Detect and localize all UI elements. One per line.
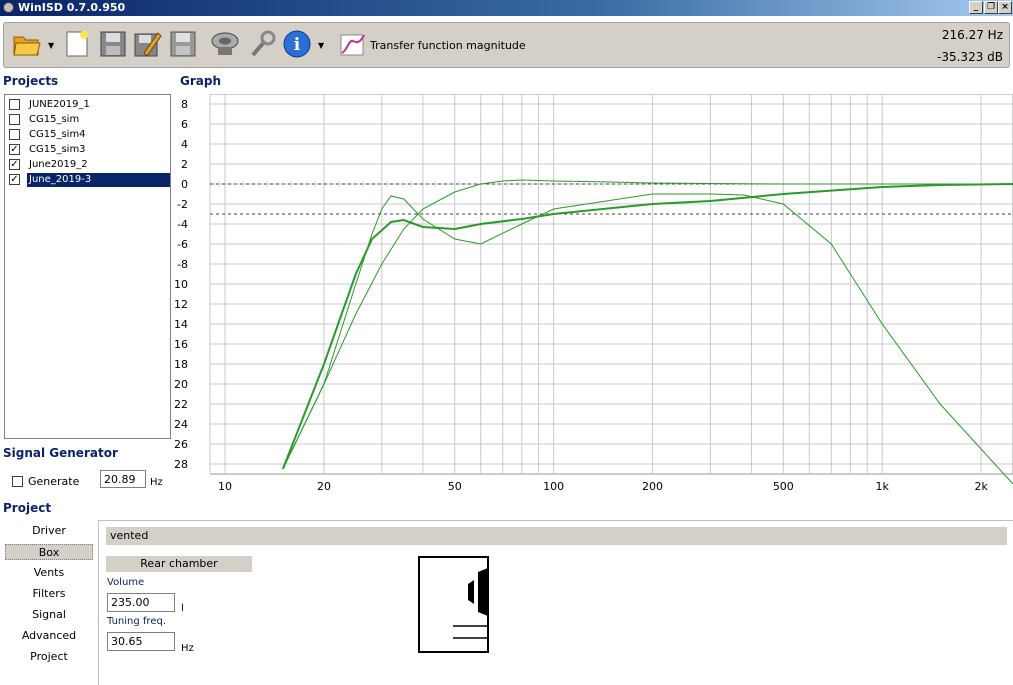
project-label: JUNE2019_1	[29, 99, 90, 110]
y-tick-label: -26	[174, 438, 188, 451]
x-tick-label: 50	[448, 480, 462, 493]
project-item[interactable]: ✓ June2019_2	[7, 158, 170, 172]
tuning-freq-label: Tuning freq.	[107, 616, 166, 627]
title-bar: WinISD 0.7.0.950 _ ❐ ×	[0, 0, 1013, 16]
project-nav-advanced[interactable]: Advanced	[5, 628, 93, 644]
generate-checkbox[interactable]	[12, 476, 23, 487]
project-label: CG15_sim4	[29, 129, 86, 140]
project-label: June_2019-3	[27, 173, 170, 187]
generator-frequency-unit: Hz	[150, 477, 163, 488]
x-tick-label: 2k	[974, 480, 988, 493]
close-button[interactable]: ×	[998, 1, 1012, 14]
x-tick-label: 500	[773, 480, 794, 493]
new-file-icon[interactable]	[62, 29, 92, 59]
open-folder-icon[interactable]	[12, 29, 42, 59]
project-item[interactable]: JUNE2019_1	[7, 98, 170, 112]
graph-plot[interactable]: 86420-2-4-6-8-10-12-14-16-18-20-22-24-26…	[174, 94, 1013, 499]
graph-type-label[interactable]: Transfer function magnitude	[370, 39, 526, 52]
x-tick-label: 200	[642, 480, 663, 493]
x-tick-label: 20	[317, 480, 331, 493]
project-checkbox[interactable]: ✓	[9, 159, 20, 170]
tuning-freq-unit: Hz	[181, 643, 194, 654]
open-dropdown-icon[interactable]: ▼	[48, 41, 54, 50]
window-title: WinISD 0.7.0.950	[18, 1, 126, 14]
info-icon[interactable]: i	[282, 29, 312, 59]
y-tick-label: -4	[177, 218, 188, 231]
minimize-button[interactable]: _	[969, 1, 983, 14]
app-icon	[3, 2, 14, 13]
y-tick-label: -14	[174, 318, 188, 331]
graph-heading: Graph	[180, 74, 221, 88]
rear-chamber-header: Rear chamber	[106, 556, 252, 572]
y-tick-label: -20	[174, 378, 188, 391]
project-item[interactable]: ✓ June_2019-3	[7, 173, 170, 187]
project-label: June2019_2	[29, 159, 88, 170]
x-tick-label: 10	[218, 480, 232, 493]
project-nav-driver[interactable]: Driver	[5, 523, 93, 539]
y-tick-label: -8	[177, 258, 188, 271]
y-tick-label: 6	[181, 118, 188, 131]
project-nav-project[interactable]: Project	[5, 649, 93, 665]
graph-type-icon[interactable]	[338, 29, 368, 59]
box-type-select[interactable]: vented	[106, 527, 1007, 545]
svg-text:i: i	[294, 35, 301, 55]
y-tick-label: 2	[181, 158, 188, 171]
project-checkbox[interactable]	[9, 129, 20, 140]
project-nav-filters[interactable]: Filters	[5, 586, 93, 602]
signal-generator-heading: Signal Generator	[3, 446, 118, 460]
project-label: CG15_sim	[29, 114, 80, 125]
driver-icon[interactable]	[210, 29, 240, 59]
project-checkbox[interactable]	[9, 114, 20, 125]
y-tick-label: -22	[174, 398, 188, 411]
y-tick-label: -18	[174, 358, 188, 371]
tuning-freq-input[interactable]	[107, 632, 175, 651]
y-tick-label: -6	[177, 238, 188, 251]
project-checkbox[interactable]: ✓	[9, 144, 20, 155]
volume-unit: l	[181, 603, 184, 614]
project-nav-box[interactable]: Box	[5, 544, 93, 560]
restore-button[interactable]: ❐	[984, 1, 998, 14]
tools-icon[interactable]	[247, 29, 277, 59]
x-tick-label: 1k	[876, 480, 890, 493]
project-heading: Project	[3, 501, 52, 515]
y-tick-label: 0	[181, 178, 188, 191]
info-dropdown-icon[interactable]: ▼	[318, 41, 324, 50]
y-tick-label: 4	[181, 138, 188, 151]
save-all-icon[interactable]	[168, 29, 198, 59]
generate-label: Generate	[28, 475, 80, 488]
generator-frequency-input[interactable]	[100, 470, 146, 488]
y-tick-label: -10	[174, 278, 188, 291]
project-checkbox[interactable]: ✓	[9, 174, 20, 185]
volume-input[interactable]	[107, 593, 175, 612]
project-item[interactable]: CG15_sim4	[7, 128, 170, 142]
toolbar: ▼ i ▼ Transfer function magnitude 216.27…	[3, 22, 1010, 68]
project-checkbox[interactable]	[9, 99, 20, 110]
y-tick-label: -24	[174, 418, 188, 431]
save-as-icon[interactable]	[132, 29, 162, 59]
project-item[interactable]: ✓ CG15_sim3	[7, 143, 170, 157]
project-label: CG15_sim3	[29, 144, 86, 155]
cursor-frequency-readout: 216.27 Hz	[941, 28, 1003, 42]
y-tick-label: -16	[174, 338, 188, 351]
project-nav-vents[interactable]: Vents	[5, 565, 93, 581]
volume-label: Volume	[107, 577, 145, 588]
project-nav-signal[interactable]: Signal	[5, 607, 93, 623]
y-tick-label: -2	[177, 198, 188, 211]
cursor-level-readout: -35.323 dB	[937, 50, 1003, 64]
projects-list[interactable]: JUNE2019_1 CG15_sim CG15_sim4 ✓ CG15_sim3 ✓ Ju…	[4, 94, 171, 439]
y-tick-label: 8	[181, 98, 188, 111]
y-tick-label: -28	[174, 458, 188, 471]
projects-heading: Projects	[3, 74, 59, 88]
y-tick-label: -12	[174, 298, 188, 311]
save-icon[interactable]	[98, 29, 128, 59]
project-item[interactable]: CG15_sim	[7, 113, 170, 127]
box-diagram	[418, 556, 489, 653]
x-tick-label: 100	[543, 480, 564, 493]
